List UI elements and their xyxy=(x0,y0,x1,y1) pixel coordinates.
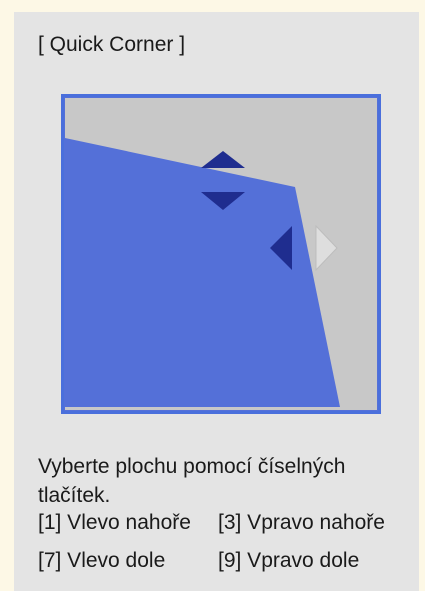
option-top-right: [3] Vpravo nahoře xyxy=(218,511,385,534)
option-bottom-right: [9] Vpravo dole xyxy=(218,549,360,572)
instructions-text: Vyberte plochu pomocí číselných tlačítek… xyxy=(38,452,418,510)
keystone-preview[interactable] xyxy=(61,94,381,414)
option-bottom-left: [7] Vlevo dole xyxy=(38,549,166,572)
instructions-line-2: tlačítek. xyxy=(38,484,111,507)
instructions-line-1: Vyberte plochu pomocí číselných xyxy=(38,455,346,478)
legend-row-bottom: [7] Vlevo dole [9] Vpravo dole xyxy=(38,549,359,573)
dialog-title: [ Quick Corner ] xyxy=(38,33,186,56)
option-top-left: [1] Vlevo nahoře xyxy=(38,511,191,534)
legend-row-top: [1] Vlevo nahoře [3] Vpravo nahoře xyxy=(38,511,385,535)
